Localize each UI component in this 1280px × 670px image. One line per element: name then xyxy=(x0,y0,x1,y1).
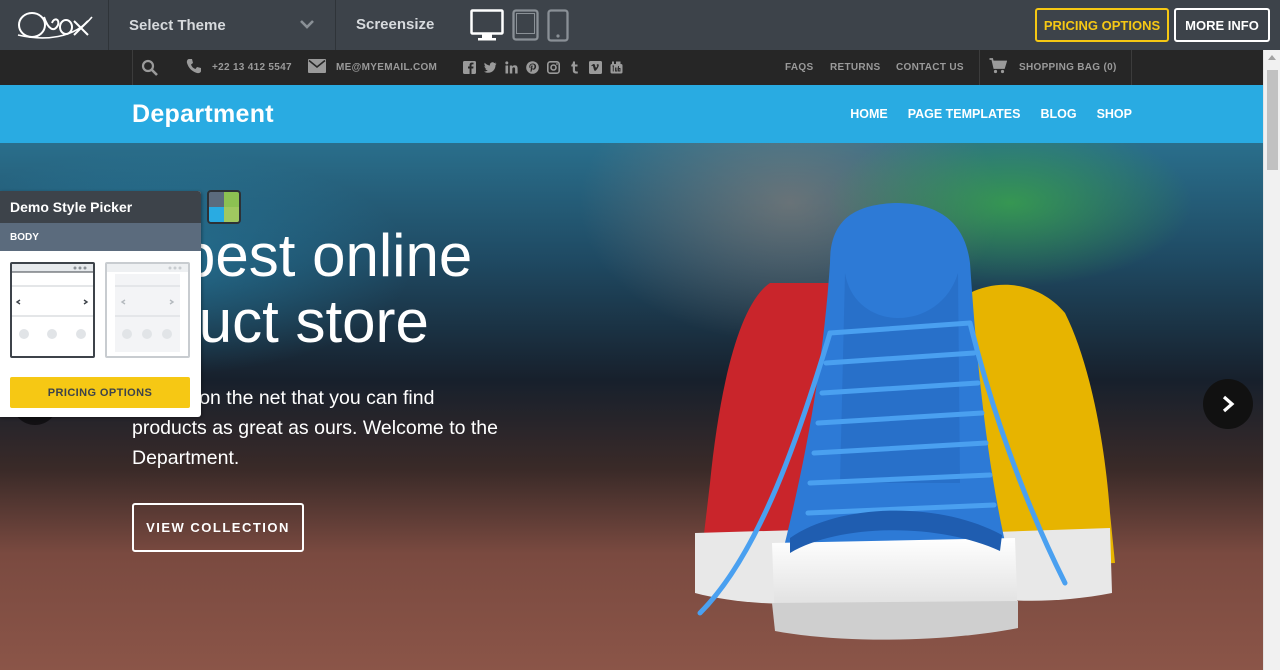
view-collection-button[interactable]: VIEW COLLECTION xyxy=(132,503,304,552)
topbar-link-contact[interactable]: CONTACT US xyxy=(896,62,964,73)
layout-option-wide[interactable] xyxy=(105,262,190,358)
vimeo-icon[interactable] xyxy=(589,61,602,74)
style-picker-pricing-button[interactable]: PRICING OPTIONS xyxy=(10,377,190,408)
style-picker-title: Demo Style Picker xyxy=(0,191,201,223)
chevron-right-icon xyxy=(1222,395,1235,413)
nav-blog[interactable]: BLOG xyxy=(1040,107,1076,121)
screensize-label: Screensize xyxy=(356,16,435,33)
topbar-link-faqs[interactable]: FAQS xyxy=(785,62,813,73)
chevron-down-icon xyxy=(300,20,314,29)
search-icon[interactable] xyxy=(141,59,159,77)
hero-headline-line: e best online xyxy=(132,222,473,289)
theme-select-label: Select Theme xyxy=(129,16,226,34)
hero-headline-line: oduct store xyxy=(132,288,429,355)
demo-toolbar: Select Theme Screensize PRICING OPTIONS … xyxy=(0,0,1280,50)
tablet-device-icon[interactable] xyxy=(512,9,539,41)
topbar-phone[interactable]: +22 13 412 5547 xyxy=(212,62,292,73)
theme-select[interactable]: Select Theme xyxy=(110,0,336,50)
hero-subtitle-line: products as great as ours. Welcome to th… xyxy=(132,417,498,439)
style-picker-section: BODY xyxy=(0,223,201,251)
demo-style-picker: Demo Style Picker BODY PRICING OPTIONS xyxy=(0,191,201,417)
layout-option-boxed[interactable] xyxy=(10,262,95,358)
nav-page-templates[interactable]: PAGE TEMPLATES xyxy=(908,107,1021,121)
divider xyxy=(1131,50,1132,85)
slider-next-button[interactable] xyxy=(1203,379,1253,429)
instagram-icon[interactable] xyxy=(547,61,560,74)
topbar-link-returns[interactable]: RETURNS xyxy=(830,62,880,73)
hero-subtitle-line: Department. xyxy=(132,447,240,469)
page-scrollbar[interactable] xyxy=(1263,50,1280,670)
more-info-button[interactable]: MORE INFO xyxy=(1174,8,1270,42)
style-picker-toggle[interactable] xyxy=(207,190,241,224)
envelope-icon xyxy=(308,59,326,73)
site-brand[interactable]: Department xyxy=(132,100,274,129)
nav-shop[interactable]: SHOP xyxy=(1097,107,1132,121)
phone-icon xyxy=(186,59,201,74)
obox-logo[interactable] xyxy=(0,0,109,50)
divider xyxy=(979,50,980,85)
scrollbar-thumb[interactable] xyxy=(1267,70,1278,170)
layout-thumbnail-icon xyxy=(107,264,188,352)
color-swatch-icon xyxy=(209,192,239,222)
hero-headline: e best online oduct store xyxy=(132,223,652,355)
layout-thumbnail-icon xyxy=(12,264,93,339)
nav-home[interactable]: HOME xyxy=(850,107,888,121)
linkedin-icon[interactable] xyxy=(505,61,518,74)
topbar-email[interactable]: ME@MYEMAIL.COM xyxy=(336,62,437,73)
pricing-options-button[interactable]: PRICING OPTIONS xyxy=(1035,8,1169,42)
mobile-device-icon[interactable] xyxy=(547,9,569,42)
shopping-bag-link[interactable]: SHOPPING BAG (0) xyxy=(1019,62,1117,73)
sneakers-image xyxy=(695,203,1115,640)
shopping-cart-icon xyxy=(989,58,1007,74)
main-nav: HOME PAGE TEMPLATES BLOG SHOP xyxy=(850,107,1132,121)
tumblr-icon[interactable] xyxy=(568,61,581,74)
facebook-icon[interactable] xyxy=(463,61,476,74)
site-header: Department HOME PAGE TEMPLATES BLOG SHOP xyxy=(0,85,1263,143)
youtube-icon[interactable] xyxy=(610,61,623,74)
desktop-device-icon[interactable] xyxy=(470,9,504,42)
twitter-icon[interactable] xyxy=(484,61,497,74)
social-links xyxy=(463,61,623,74)
site-topbar: +22 13 412 5547 ME@MYEMAIL.COM FAQS RETU… xyxy=(0,50,1263,85)
pinterest-icon[interactable] xyxy=(526,61,539,74)
divider xyxy=(132,50,133,85)
scroll-up-arrow-icon[interactable] xyxy=(1268,55,1276,60)
obox-logo-icon xyxy=(17,12,93,39)
